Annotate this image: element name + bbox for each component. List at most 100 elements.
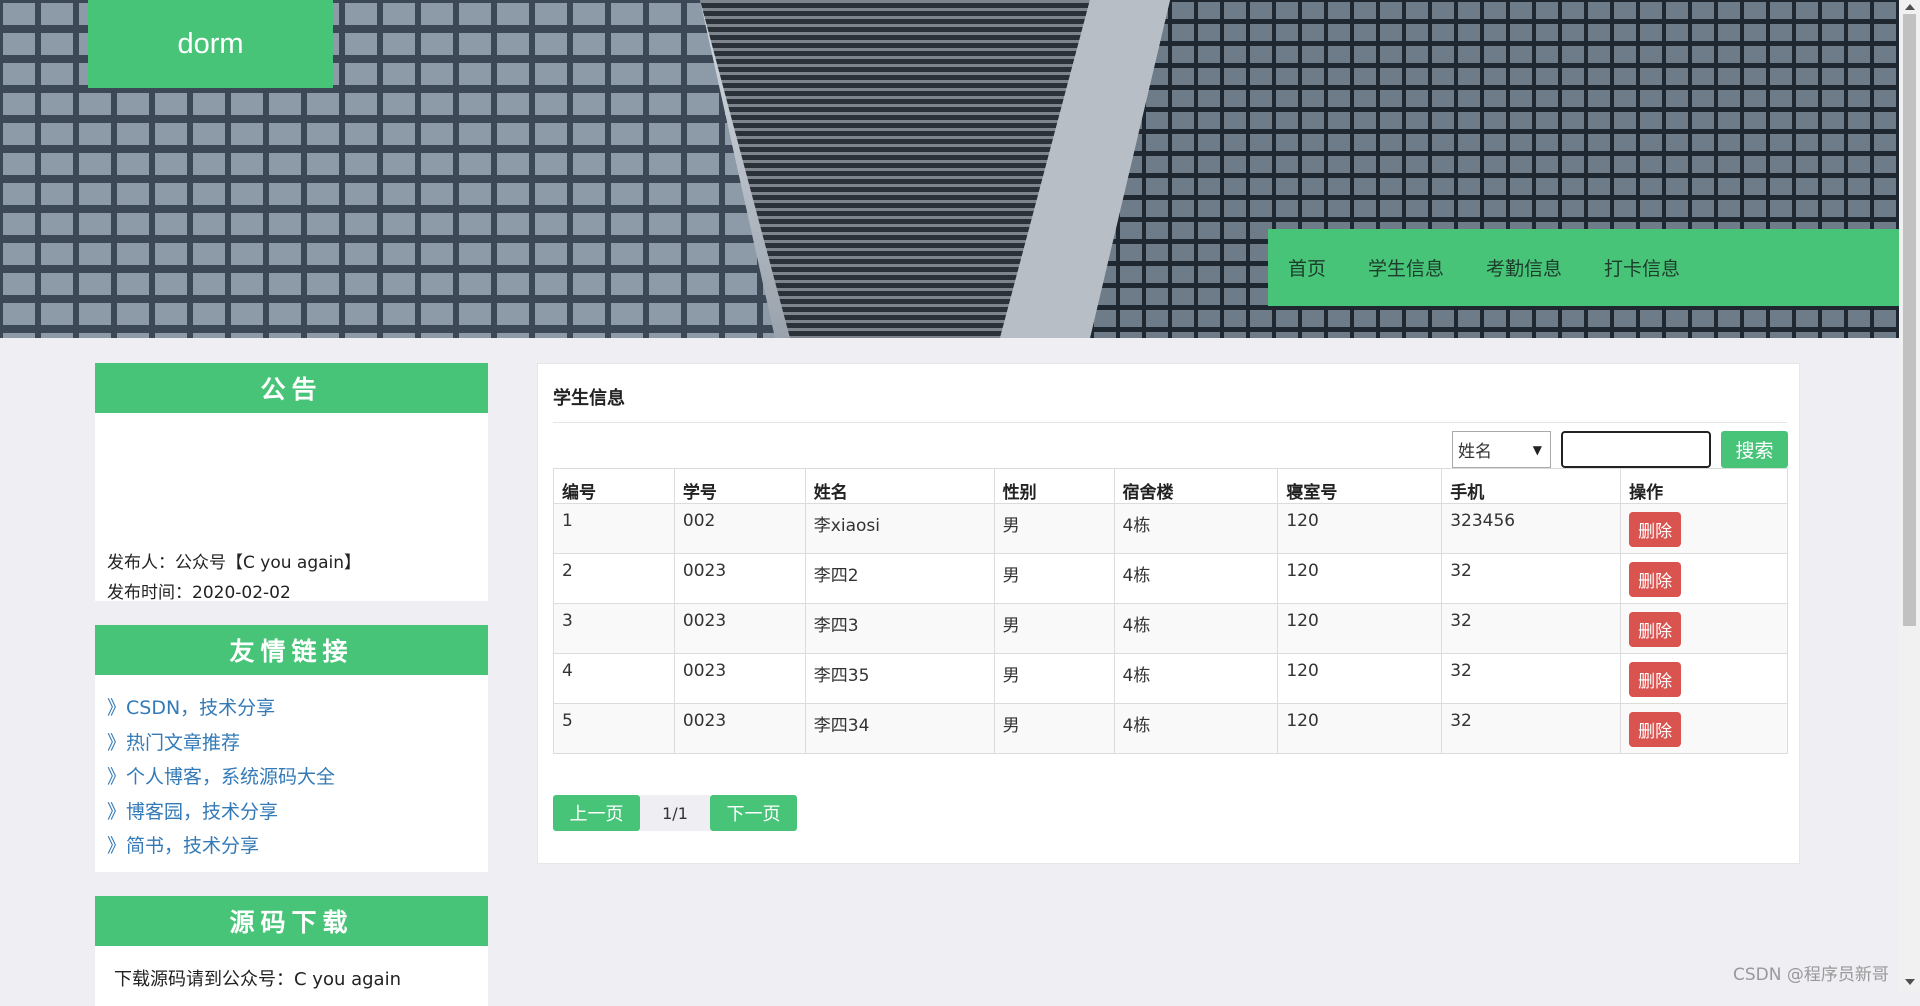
- cell-gender: 男: [993, 653, 1115, 704]
- cell-id: 2: [553, 553, 675, 604]
- watermark: CSDN @程序员新哥: [1733, 965, 1889, 985]
- cell-building: 4栋: [1113, 703, 1279, 754]
- cell-student-no: 0023: [673, 553, 806, 604]
- cell-student-no: 002: [673, 503, 806, 554]
- cell-name: 李xiaosi: [804, 503, 995, 554]
- col-header-room: 寝室号: [1277, 468, 1443, 504]
- cell-id: 1: [553, 503, 675, 554]
- search-input[interactable]: [1561, 431, 1711, 468]
- cell-id: 5: [553, 703, 675, 754]
- table-row: 3 0023 李四3 男 4栋 120 32 删除: [553, 603, 1788, 654]
- download-text: 下载源码请到公众号：C you again: [114, 969, 401, 990]
- table-row: 4 0023 李四35 男 4栋 120 32 删除: [553, 653, 1788, 704]
- cell-gender: 男: [993, 503, 1115, 554]
- scroll-up-icon[interactable]: [1905, 4, 1915, 10]
- cell-building: 4栋: [1113, 503, 1279, 554]
- download-title: 源码下载: [95, 896, 488, 946]
- student-table: 编号 学号 姓名 性别 宿舍楼 寝室号 手机 操作 1 002 李xiaosi …: [553, 468, 1788, 754]
- friend-link[interactable]: 》热门文章推荐: [107, 728, 488, 763]
- cell-actions: 删除: [1620, 503, 1788, 554]
- search-field-value: 姓名: [1458, 442, 1492, 462]
- delete-button[interactable]: 删除: [1629, 612, 1682, 647]
- student-info-card: 学生信息 姓名 ▼ 搜索 编号 学号 姓名 性别 宿舍楼 寝室号 手机 操作 1: [537, 363, 1800, 864]
- notice-body: 发布人：公众号【C you again】 发布时间：2020-02-02: [95, 413, 488, 601]
- page-scrollbar[interactable]: [1899, 0, 1920, 991]
- table-row: 5 0023 李四34 男 4栋 120 32 删除: [553, 703, 1788, 754]
- delete-button[interactable]: 删除: [1629, 662, 1682, 697]
- cell-building: 4栋: [1113, 603, 1279, 654]
- col-header-building: 宿舍楼: [1113, 468, 1279, 504]
- notice-time: 发布时间：2020-02-02: [107, 583, 291, 601]
- table-header-row: 编号 学号 姓名 性别 宿舍楼 寝室号 手机 操作: [553, 468, 1788, 504]
- main-nav: 首页 学生信息 考勤信息 打卡信息: [1268, 229, 1899, 306]
- delete-button[interactable]: 删除: [1629, 562, 1682, 597]
- cell-student-no: 0023: [673, 653, 806, 704]
- header-banner: dorm 首页 学生信息 考勤信息 打卡信息: [0, 0, 1899, 338]
- title-divider: [553, 422, 1787, 423]
- cell-phone: 32: [1441, 703, 1622, 754]
- cell-actions: 删除: [1620, 703, 1788, 754]
- cell-room: 120: [1277, 703, 1443, 754]
- friend-links-panel: 友情链接 》CSDN，技术分享 》热门文章推荐 》个人博客，系统源码大全 》博客…: [95, 625, 488, 872]
- friend-link[interactable]: 》简书，技术分享: [107, 831, 488, 866]
- cell-room: 120: [1277, 653, 1443, 704]
- page-title: 学生信息: [553, 388, 625, 409]
- scroll-down-icon[interactable]: [1905, 979, 1915, 985]
- col-header-gender: 性别: [993, 468, 1115, 504]
- download-panel: 源码下载 下载源码请到公众号：C you again: [95, 896, 488, 1006]
- col-header-id: 编号: [553, 468, 675, 504]
- cell-name: 李四3: [804, 603, 995, 654]
- col-header-actions: 操作: [1620, 468, 1788, 504]
- site-logo[interactable]: dorm: [88, 0, 333, 88]
- cell-student-no: 0023: [673, 703, 806, 754]
- notice-panel: 公告 发布人：公众号【C you again】 发布时间：2020-02-02: [95, 363, 488, 601]
- cell-student-no: 0023: [673, 603, 806, 654]
- nav-student-info[interactable]: 学生信息: [1368, 254, 1444, 281]
- nav-home[interactable]: 首页: [1288, 254, 1326, 281]
- cell-gender: 男: [993, 603, 1115, 654]
- delete-button[interactable]: 删除: [1629, 512, 1682, 547]
- search-field-select[interactable]: 姓名 ▼: [1452, 431, 1551, 468]
- col-header-phone: 手机: [1441, 468, 1622, 504]
- cell-actions: 删除: [1620, 553, 1788, 604]
- next-page-button[interactable]: 下一页: [710, 795, 797, 831]
- pagination: 上一页 1/1 下一页: [553, 795, 797, 831]
- cell-room: 120: [1277, 503, 1443, 554]
- col-header-student-no: 学号: [673, 468, 806, 504]
- cell-name: 李四34: [804, 703, 995, 754]
- cell-id: 4: [553, 653, 675, 704]
- cell-phone: 32: [1441, 603, 1622, 654]
- notice-publisher: 发布人：公众号【C you again】: [107, 553, 362, 573]
- cell-name: 李四35: [804, 653, 995, 704]
- cell-phone: 323456: [1441, 503, 1622, 554]
- cell-phone: 32: [1441, 553, 1622, 604]
- cell-actions: 删除: [1620, 603, 1788, 654]
- friend-link[interactable]: 》CSDN，技术分享: [107, 693, 488, 728]
- cell-room: 120: [1277, 603, 1443, 654]
- delete-button[interactable]: 删除: [1629, 712, 1682, 747]
- cell-phone: 32: [1441, 653, 1622, 704]
- table-row: 1 002 李xiaosi 男 4栋 120 323456 删除: [553, 503, 1788, 554]
- friend-links-title: 友情链接: [95, 625, 488, 675]
- table-row: 2 0023 李四2 男 4栋 120 32 删除: [553, 553, 1788, 604]
- nav-attendance[interactable]: 考勤信息: [1486, 254, 1562, 281]
- notice-title: 公告: [95, 363, 488, 413]
- scroll-thumb[interactable]: [1903, 14, 1916, 626]
- cell-name: 李四2: [804, 553, 995, 604]
- cell-gender: 男: [993, 703, 1115, 754]
- cell-gender: 男: [993, 553, 1115, 604]
- page-indicator: 1/1: [640, 795, 710, 831]
- friend-links-list: 》CSDN，技术分享 》热门文章推荐 》个人博客，系统源码大全 》博客园，技术分…: [95, 675, 488, 866]
- cell-actions: 删除: [1620, 653, 1788, 704]
- friend-link[interactable]: 》博客园，技术分享: [107, 797, 488, 832]
- cell-room: 120: [1277, 553, 1443, 604]
- prev-page-button[interactable]: 上一页: [553, 795, 640, 831]
- nav-checkin[interactable]: 打卡信息: [1604, 254, 1680, 281]
- friend-link[interactable]: 》个人博客，系统源码大全: [107, 762, 488, 797]
- col-header-name: 姓名: [804, 468, 995, 504]
- cell-building: 4栋: [1113, 653, 1279, 704]
- cell-id: 3: [553, 603, 675, 654]
- cell-building: 4栋: [1113, 553, 1279, 604]
- chevron-down-icon: ▼: [1532, 442, 1542, 457]
- search-button[interactable]: 搜索: [1721, 431, 1788, 468]
